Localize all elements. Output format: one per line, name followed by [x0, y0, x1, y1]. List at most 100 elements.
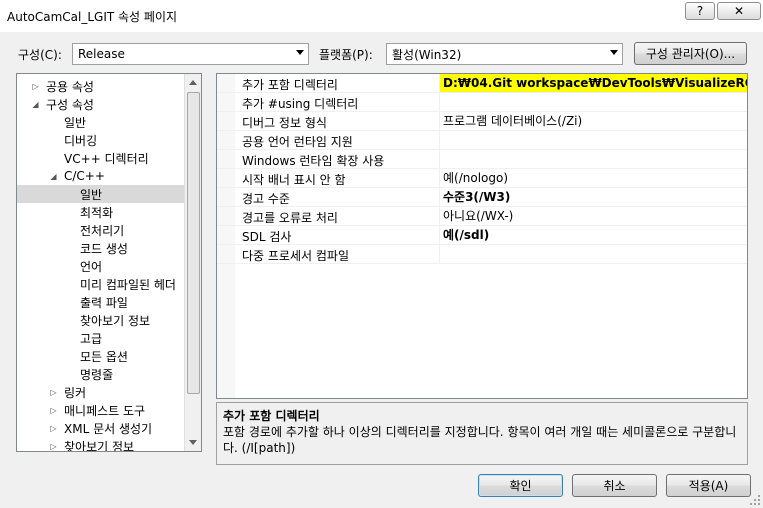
tree-item[interactable]: 전처리기	[17, 221, 201, 239]
property-value[interactable]	[439, 245, 747, 263]
tree-item[interactable]: ▷ 공용 속성	[17, 77, 201, 95]
tree-item-label: 찾아보기 정보	[80, 313, 151, 328]
tree-item-label: 일반	[80, 187, 103, 202]
platform-value: 활성(Win32)	[392, 47, 462, 62]
chevron-down-icon	[296, 50, 304, 55]
config-label: 구성(C):	[18, 48, 62, 62]
tree-item[interactable]: VC++ 디렉터리	[17, 149, 201, 167]
tree-item[interactable]: 코드 생성	[17, 239, 201, 257]
property-row[interactable]: 경고 수준 수준3(/W3)	[217, 188, 747, 207]
tree-scroll-thumb[interactable]	[187, 92, 200, 394]
property-name: Windows 런타임 확장 사용	[242, 154, 385, 168]
tree-item-label: 일반	[64, 115, 87, 130]
tree-item-label: 찾아보기 정보	[64, 439, 135, 452]
tree-item[interactable]: 모든 옵션	[17, 347, 201, 365]
property-value[interactable]	[439, 131, 747, 149]
property-row[interactable]: SDL 검사 예(/sdl)	[217, 226, 747, 245]
collapse-arrow-icon[interactable]: ◢	[49, 172, 58, 181]
resize-grip-icon[interactable]	[749, 494, 761, 506]
tree-item[interactable]: ▷ 매니페스트 도구	[17, 401, 201, 419]
tree-item-label: 최적화	[80, 205, 114, 220]
tree-item-label: 출력 파일	[80, 295, 128, 310]
tree-item[interactable]: 명령줄	[17, 365, 201, 383]
tree-item[interactable]: 출력 파일	[17, 293, 201, 311]
property-grid[interactable]: 추가 포함 디렉터리 D:₩04.Git workspace₩DevTools₩V…	[216, 73, 748, 399]
help-button[interactable]: ?	[685, 2, 715, 20]
expand-arrow-icon[interactable]: ▷	[49, 388, 58, 397]
tree-item[interactable]: 일반	[17, 185, 201, 203]
property-value[interactable]: 프로그램 데이터베이스(/Zi)	[439, 112, 747, 130]
property-value[interactable]	[439, 150, 747, 168]
tree-item-label: 공용 속성	[46, 79, 94, 94]
apply-button[interactable]: 적용(A)	[666, 474, 751, 497]
property-row[interactable]: 디버그 정보 형식 프로그램 데이터베이스(/Zi)	[217, 112, 747, 131]
property-value[interactable]: 예(/nologo)	[439, 169, 747, 187]
tree-item-label: VC++ 디렉터리	[64, 151, 149, 166]
property-value[interactable]	[439, 93, 747, 111]
property-tree[interactable]: ▷ 공용 속성 ◢ 구성 속성 일반 디버깅 VC++ 디렉터리 ◢ C/C++ 일반 최적화 전처리…	[16, 73, 202, 452]
tree-item[interactable]: ◢ 구성 속성	[17, 95, 201, 113]
property-row[interactable]: 시작 배너 표시 안 함 예(/nologo)	[217, 169, 747, 188]
tree-item[interactable]: ▷ 링커	[17, 383, 201, 401]
window-title: AutoCamCal_LGIT 속성 페이지	[7, 10, 178, 24]
property-row[interactable]: 추가 #using 디렉터리	[217, 93, 747, 112]
property-row[interactable]: 경고를 오류로 처리 아니요(/WX-)	[217, 207, 747, 226]
description-panel: 추가 포함 디렉터리 포함 경로에 추가할 하나 이상의 디렉터리를 지정합니다…	[216, 402, 748, 465]
description-title: 추가 포함 디렉터리	[223, 409, 320, 423]
tree-item-label: 코드 생성	[80, 241, 128, 256]
property-name: 공용 언어 런타임 지원	[242, 135, 353, 149]
expand-arrow-icon[interactable]: ▷	[31, 82, 40, 91]
property-name: 추가 #using 디렉터리	[242, 97, 359, 111]
property-row[interactable]: 다중 프로세서 컴파일	[217, 245, 747, 264]
tree-item-label: 명령줄	[80, 367, 114, 382]
property-row[interactable]: Windows 런타임 확장 사용	[217, 150, 747, 169]
tree-item-label: 매니페스트 도구	[64, 403, 146, 418]
tree-item[interactable]: 일반	[17, 113, 201, 131]
property-value[interactable]: 예(/sdl)	[439, 226, 747, 244]
tree-item[interactable]: 최적화	[17, 203, 201, 221]
tree-item[interactable]: ◢ C/C++	[17, 167, 201, 185]
scroll-up-icon[interactable]	[189, 80, 197, 85]
tree-item[interactable]: 디버깅	[17, 131, 201, 149]
tree-item[interactable]: 고급	[17, 329, 201, 347]
property-row[interactable]: 공용 언어 런타임 지원	[217, 131, 747, 150]
platform-select[interactable]: 활성(Win32)	[386, 43, 623, 65]
tree-item[interactable]: 찾아보기 정보	[17, 311, 201, 329]
scroll-down-icon[interactable]	[189, 440, 197, 445]
expand-arrow-icon[interactable]: ▷	[49, 442, 58, 451]
tree-item[interactable]: ▷ 찾아보기 정보	[17, 437, 201, 452]
config-value: Release	[78, 47, 125, 61]
config-manager-button[interactable]: 구성 관리자(O)...	[634, 42, 747, 65]
description-text: 포함 경로에 추가할 하나 이상의 디렉터리를 지정합니다. 항목이 여러 개일…	[223, 425, 737, 455]
property-name: 경고 수준	[242, 192, 290, 206]
property-name: 시작 배너 표시 안 함	[242, 173, 346, 187]
chevron-down-icon	[610, 50, 618, 55]
property-row[interactable]: 추가 포함 디렉터리 D:₩04.Git workspace₩DevTools₩V…	[217, 74, 747, 93]
property-name: 디버그 정보 형식	[242, 116, 327, 130]
expand-arrow-icon[interactable]: ▷	[49, 406, 58, 415]
property-value[interactable]: 수준3(/W3)	[439, 188, 747, 206]
collapse-arrow-icon[interactable]: ◢	[31, 100, 40, 109]
close-button[interactable]: ✕	[717, 2, 761, 20]
cancel-button[interactable]: 취소	[572, 474, 657, 497]
tree-scrollbar[interactable]	[184, 74, 201, 451]
config-select[interactable]: Release	[72, 43, 309, 65]
expand-arrow-icon[interactable]: ▷	[49, 424, 58, 433]
ok-button[interactable]: 확인	[478, 474, 563, 497]
tree-item[interactable]: 미리 컴파일된 헤더	[17, 275, 201, 293]
tree-item[interactable]: 언어	[17, 257, 201, 275]
property-value[interactable]: 아니요(/WX-)	[439, 207, 747, 225]
tree-item-label: 미리 컴파일된 헤더	[80, 277, 176, 292]
property-name: 추가 포함 디렉터리	[242, 78, 338, 92]
property-value[interactable]: D:₩04.Git workspace₩DevTools₩VisualizeRO…	[439, 74, 747, 92]
tree-item[interactable]: ▷ XML 문서 생성기	[17, 419, 201, 437]
